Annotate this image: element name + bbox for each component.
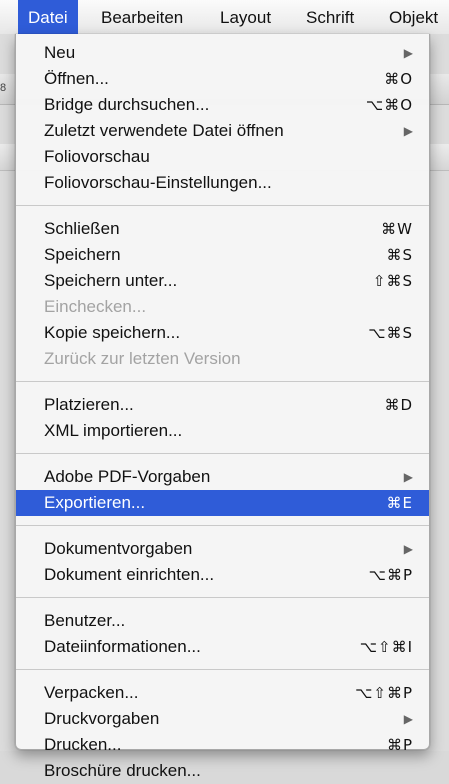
submenu-arrow-icon: ▶	[403, 470, 413, 484]
menu-item-shortcut: ⌘E	[386, 494, 413, 512]
menu-item-label: Platzieren...	[44, 395, 134, 414]
menu-item-öffnen[interactable]: Öffnen... ⌘O	[16, 66, 429, 92]
menu-item-label: Zuletzt verwendete Datei öffnen	[44, 121, 284, 140]
menu-item-druckvorgaben[interactable]: Druckvorgaben ▶	[16, 706, 429, 732]
menu-item-foliovorschau[interactable]: Foliovorschau	[16, 144, 429, 170]
menu-item-label: Adobe PDF-Vorgaben	[44, 467, 211, 486]
datei-dropdown-menu: Neu ▶ Öffnen... ⌘O Bridge durchsuchen... ⌥⌘O Z…	[15, 34, 430, 780]
menu-item-foliovorschau-einstellungen[interactable]: Foliovorschau-Einstellungen...	[16, 170, 429, 196]
submenu-arrow-icon: ▶	[403, 542, 413, 556]
menu-item-label: Foliovorschau-Einstellungen...	[44, 173, 272, 192]
menu-item-shortcut: ⌘D	[384, 396, 413, 414]
submenu-arrow-icon: ▶	[403, 46, 413, 60]
menubar-item-datei[interactable]: Datei	[18, 0, 78, 34]
menu-item-label: Verpacken...	[44, 683, 139, 702]
menu-item-neu[interactable]: Neu ▶	[16, 40, 429, 66]
menu-item-label: Dateiinformationen...	[44, 637, 201, 656]
ruler-mark: 8	[0, 82, 7, 94]
menu-item-adobe-pdf-vorgaben[interactable]: Adobe PDF-Vorgaben ▶	[16, 464, 429, 490]
menu-item-label: Exportieren...	[44, 493, 146, 512]
menu-item-shortcut: ⌥⌘O	[365, 96, 413, 114]
menu-item-dateiinformationen[interactable]: Dateiinformationen... ⌥⇧⌘I	[16, 634, 429, 660]
menu-item-label: Speichern	[44, 245, 121, 264]
menu-item-label: Dokument einrichten...	[44, 565, 215, 584]
menu-item-shortcut: ⌥⌘S	[368, 324, 413, 342]
menu-item-shortcut: ⇧⌘S	[372, 272, 413, 290]
menu-separator	[16, 525, 429, 526]
menu-item-shortcut: ⌘O	[384, 70, 413, 88]
menu-item-benutzer[interactable]: Benutzer...	[16, 608, 429, 634]
menu-item-shortcut: ⌘S	[386, 246, 413, 264]
menu-item-exportieren[interactable]: Exportieren... ⌘E	[16, 490, 429, 516]
menu-item-drucken[interactable]: Drucken... ⌘P	[16, 732, 429, 758]
menu-item-speichern-unter[interactable]: Speichern unter... ⇧⌘S	[16, 268, 429, 294]
menu-item-label: Broschüre drucken...	[44, 761, 201, 780]
menu-item-shortcut: ⌘P	[386, 736, 413, 754]
menu-item-label: Speichern unter...	[44, 271, 178, 290]
submenu-arrow-icon: ▶	[403, 712, 413, 726]
menu-item-speichern[interactable]: Speichern ⌘S	[16, 242, 429, 268]
menu-item-label: Druckvorgaben	[44, 709, 160, 728]
menubar-item-layout[interactable]: Layout	[210, 0, 281, 34]
menu-bar: Datei Bearbeiten Layout Schrift Objekt	[0, 0, 449, 35]
menu-separator	[16, 669, 429, 670]
menu-item-label: Dokumentvorgaben	[44, 539, 193, 558]
menu-item-platzieren[interactable]: Platzieren... ⌘D	[16, 392, 429, 418]
menu-item-shortcut: ⌥⌘P	[368, 566, 413, 584]
menu-item-bridge-durchsuchen[interactable]: Bridge durchsuchen... ⌥⌘O	[16, 92, 429, 118]
menu-item-verpacken[interactable]: Verpacken... ⌥⇧⌘P	[16, 680, 429, 706]
menubar-item-schrift[interactable]: Schrift	[296, 0, 364, 34]
menu-item-zurück-zur-letzten-version: Zurück zur letzten Version	[16, 346, 429, 372]
menu-item-label: Kopie speichern...	[44, 323, 181, 342]
menu-item-shortcut: ⌥⇧⌘I	[359, 638, 413, 656]
menu-item-shortcut: ⌘W	[381, 220, 413, 238]
menu-item-schließen[interactable]: Schließen ⌘W	[16, 216, 429, 242]
menu-item-kopie-speichern[interactable]: Kopie speichern... ⌥⌘S	[16, 320, 429, 346]
menu-separator	[16, 205, 429, 206]
menu-item-shortcut: ⌥⇧⌘P	[355, 684, 413, 702]
menu-item-label: Foliovorschau	[44, 147, 150, 166]
menu-item-dokumentvorgaben[interactable]: Dokumentvorgaben ▶	[16, 536, 429, 562]
menu-separator	[16, 597, 429, 598]
menu-item-einchecken: Einchecken...	[16, 294, 429, 320]
menu-item-label: XML importieren...	[44, 421, 183, 440]
menu-item-label: Bridge durchsuchen...	[44, 95, 210, 114]
submenu-arrow-icon: ▶	[403, 124, 413, 138]
menu-item-broschüre-drucken[interactable]: Broschüre drucken...	[16, 758, 429, 784]
menu-item-dokument-einrichten[interactable]: Dokument einrichten... ⌥⌘P	[16, 562, 429, 588]
menu-item-label: Drucken...	[44, 735, 122, 754]
menu-separator	[16, 381, 429, 382]
menu-item-xml-importieren[interactable]: XML importieren...	[16, 418, 429, 444]
menu-separator	[16, 453, 429, 454]
menu-item-label: Einchecken...	[44, 297, 147, 316]
menu-item-label: Benutzer...	[44, 611, 126, 630]
menubar-item-objekt[interactable]: Objekt	[379, 0, 448, 34]
menubar-item-bearbeiten[interactable]: Bearbeiten	[91, 0, 193, 34]
menu-item-label: Schließen	[44, 219, 120, 238]
menu-item-label: Zurück zur letzten Version	[44, 349, 241, 368]
menu-item-label: Öffnen...	[44, 69, 109, 88]
menu-item-label: Neu	[44, 43, 76, 62]
menu-item-zuletzt-verwendete-datei-öffnen[interactable]: Zuletzt verwendete Datei öffnen ▶	[16, 118, 429, 144]
